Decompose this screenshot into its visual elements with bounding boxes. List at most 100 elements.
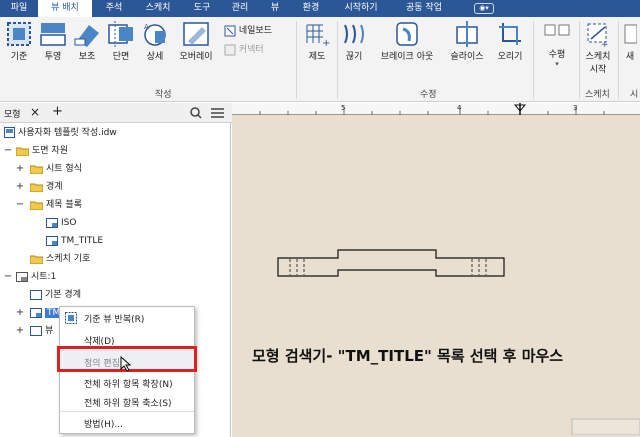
start-sketch-icon: + — [587, 23, 609, 47]
part-drawing — [277, 249, 640, 435]
tree-root[interactable]: 사용자화 템플릿 작성.idw — [4, 126, 117, 140]
section-view-button[interactable]: 단면 — [106, 21, 136, 62]
expand-icon[interactable]: + — [15, 325, 25, 337]
add-tab-icon[interactable]: + — [52, 104, 63, 119]
menu-bar: 파일 뷰 배치 주석 스케치 도구 관리 뷰 환경 시작하기 공동 작업 ◉▾ — [0, 0, 640, 17]
tab-collaborate[interactable]: 공동 작업 — [394, 0, 454, 17]
menu-item-repeat-base-view[interactable]: 기준 뷰 반복(R) — [84, 312, 144, 325]
expand-icon[interactable]: + — [15, 307, 25, 319]
base-view-label: 기준 — [10, 52, 28, 62]
auxiliary-view-button[interactable]: 보조 — [72, 21, 102, 62]
ribbon-separator — [296, 21, 297, 99]
search-icon[interactable] — [190, 107, 202, 119]
horizontal-icon — [544, 24, 570, 36]
svg-text:+: + — [322, 38, 330, 47]
tree-item-tm-title[interactable]: TM_TITLE — [46, 234, 103, 248]
overlay-label: 오버레이 — [179, 52, 213, 62]
tree-item-view[interactable]: 뷰 — [30, 324, 53, 338]
chevron-down-icon: ▾ — [555, 60, 559, 68]
tree-item-title-blocks[interactable]: 제목 블록 — [30, 198, 82, 212]
ribbon-separator — [618, 21, 619, 99]
ribbon: 기준 투영 보조 단면 A 상세 오버레이 네일보드 커넥터 작성 + 제도 끊… — [0, 17, 640, 102]
menu-separator — [60, 411, 194, 412]
tree-root-label: 사용자화 템플릿 작성.idw — [18, 128, 117, 138]
sketch-group-label: 스케치 — [585, 90, 610, 100]
tab-annotate[interactable]: 주석 — [98, 0, 130, 17]
draft-button[interactable]: + 제도 — [302, 21, 332, 62]
menu-icon[interactable] — [211, 108, 224, 118]
view-icon — [30, 325, 42, 336]
crop-button[interactable]: 오리기 — [494, 21, 526, 62]
expand-icon[interactable]: + — [15, 163, 25, 175]
start-sketch-button[interactable]: + 스케치 시작 — [582, 21, 614, 75]
overlay-button[interactable]: 오버레이 — [174, 21, 218, 62]
crop-icon — [499, 23, 521, 45]
base-view-icon — [7, 22, 31, 46]
instruction-caption: 모형 검색기- "TM_TITLE" 목록 선택 후 마우스 — [252, 347, 564, 365]
start-sketch-label: 스케치 — [585, 52, 611, 62]
nailboard-button[interactable]: 네일보드 — [224, 23, 272, 37]
ruler-label: 5 — [341, 104, 346, 112]
border-icon — [30, 289, 42, 300]
overlay-icon — [183, 22, 209, 46]
tab-place-views[interactable]: 뷰 배치 — [38, 0, 92, 17]
quick-access-dropdown[interactable]: ◉▾ — [474, 3, 494, 14]
break-out-button[interactable]: 브레이크 아웃 — [374, 21, 440, 62]
nailboard-label: 네일보드 — [238, 26, 272, 36]
ruler-label: 3 — [573, 104, 578, 112]
tab-file[interactable]: 파일 — [2, 0, 36, 17]
folder-icon — [30, 201, 43, 210]
tree-item-label: TM_TITLE — [61, 236, 104, 246]
auxiliary-view-label: 보조 — [78, 52, 96, 62]
connector-label: 커넥터 — [238, 45, 264, 55]
browser-tab-model[interactable]: 모형 — [4, 107, 21, 120]
drawing-canvas[interactable]: 5 4 3 — [232, 103, 640, 437]
collapse-icon[interactable]: − — [3, 145, 13, 157]
tree-item-drawing-resources[interactable]: 도면 자원 — [16, 144, 68, 158]
tab-get-started[interactable]: 시작하기 — [334, 0, 388, 17]
tree-item-label: 제목 블록 — [46, 200, 82, 210]
browser-header: 모형 × + — [0, 103, 232, 123]
tree-item-label: 도면 자원 — [32, 146, 68, 156]
tree-item-sheet-formats[interactable]: 시트 형식 — [30, 162, 82, 176]
tab-manage[interactable]: 관리 — [224, 0, 256, 17]
collapse-icon[interactable]: − — [3, 271, 13, 283]
tree-item-sketch-symbols[interactable]: 스케치 기호 — [30, 252, 90, 266]
tree-item-label: 시트:1 — [31, 272, 57, 282]
tree-item-default-border[interactable]: 기본 경계 — [30, 288, 81, 302]
collapse-icon[interactable]: − — [15, 199, 25, 211]
tree-item-label: 스케치 기호 — [46, 254, 91, 264]
slice-button[interactable]: 슬라이스 — [446, 21, 488, 62]
tree-item-tm-title-instance[interactable]: TM — [30, 306, 63, 320]
projected-view-button[interactable]: 투영 — [38, 21, 68, 62]
tree-item-sheet1[interactable]: 시트:1 — [16, 270, 56, 284]
section-view-icon — [108, 21, 133, 47]
detail-view-button[interactable]: A 상세 — [140, 21, 170, 62]
title-block-icon — [46, 235, 58, 246]
folder-icon — [30, 183, 43, 192]
connector-button[interactable]: 커넥터 — [224, 42, 264, 56]
crop-label: 오리기 — [497, 52, 523, 62]
new-sheet-button[interactable]: 새 — [622, 21, 638, 62]
break-out-label: 브레이크 아웃 — [380, 52, 434, 62]
tab-sketch[interactable]: 스케치 — [136, 0, 180, 17]
close-icon[interactable]: × — [30, 105, 40, 119]
svg-text:+: + — [601, 40, 609, 47]
tree-item-borders[interactable]: 경계 — [30, 180, 63, 194]
menu-item-how-to[interactable]: 방법(H)... — [84, 417, 123, 430]
svg-text:A: A — [144, 23, 149, 31]
tree-item-iso[interactable]: ISO — [46, 216, 76, 230]
menu-item-expand-all[interactable]: 전체 하위 항목 확장(N) — [84, 377, 173, 390]
expand-icon[interactable]: + — [15, 181, 25, 193]
tab-tools[interactable]: 도구 — [186, 0, 218, 17]
break-button[interactable]: 끊기 — [340, 21, 368, 62]
menu-item-collapse-all[interactable]: 전체 하위 항목 축소(S) — [84, 396, 172, 409]
horizontal-button[interactable]: 수평 ▾ — [538, 21, 576, 68]
section-view-label: 단면 — [112, 52, 130, 62]
tab-view[interactable]: 뷰 — [262, 0, 288, 17]
sheets-group-label: 시 — [630, 90, 639, 100]
tab-environments[interactable]: 환경 — [294, 0, 328, 17]
detail-view-label: 상세 — [146, 52, 164, 62]
tree-item-label: 시트 형식 — [46, 164, 82, 174]
base-view-button[interactable]: 기준 — [4, 21, 34, 62]
